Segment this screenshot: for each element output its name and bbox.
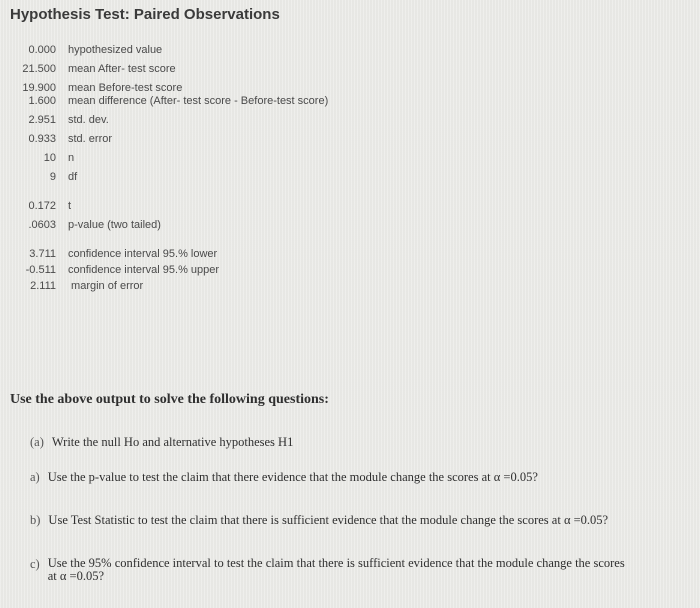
stat-label: df <box>68 171 78 183</box>
question-b-test-statistic: b) Use Test Statistic to test the claim t… <box>30 513 608 528</box>
instructions-heading: Use the above output to solve the follow… <box>10 392 329 407</box>
question-label: (a) <box>30 435 44 449</box>
stat-row-hypothesized: 0.000 hypothesized value <box>0 44 338 57</box>
stat-label: t <box>68 200 72 212</box>
stat-value: 3.711 <box>29 248 56 260</box>
stat-label: hypothesized value <box>68 44 163 56</box>
stat-value: 2.951 <box>28 114 56 126</box>
question-text: Use the p-value to test the claim that t… <box>47 470 538 484</box>
stat-row-ci-upper: -0.511 confidence interval 95.% upper <box>0 264 338 277</box>
stat-row-std-dev: 2.951 std. dev. <box>0 114 338 127</box>
stat-row-mean-difference: 1.600 mean difference (After- test score… <box>0 95 338 108</box>
stat-value: 9 <box>49 171 56 183</box>
stat-label: mean difference (After- test score - Bef… <box>68 95 329 107</box>
stat-value: 2.111 <box>30 280 56 292</box>
question-a-hypotheses: (a) Write the null Ho and alternative hyp… <box>30 435 293 450</box>
stat-label: confidence interval 95.% lower <box>68 248 218 260</box>
stat-row-p-value: .0603 p-value (two tailed) <box>0 219 338 232</box>
stat-value: 21.500 <box>22 63 56 75</box>
question-text: Use Test Statistic to test the claim tha… <box>48 513 609 527</box>
stat-value: .0603 <box>28 219 56 231</box>
question-a-p-value: a) Use the p-value to test the claim that… <box>30 470 538 485</box>
stat-row-n: 10 n <box>0 152 338 165</box>
stat-value: 19.900 <box>22 82 56 94</box>
stat-value: 10 <box>43 152 56 164</box>
stat-label: mean Before-test score <box>68 82 183 94</box>
stat-label: mean After- test score <box>68 63 176 75</box>
question-text: Write the null Ho and alternative hypoth… <box>51 435 294 449</box>
stat-value: 1.600 <box>28 95 56 107</box>
stat-value: 0.172 <box>28 200 56 212</box>
stat-value: 0.933 <box>28 133 56 145</box>
stat-value: 0.000 <box>28 44 56 56</box>
stat-label: std. dev. <box>68 114 109 126</box>
question-c-confidence-interval: c) Use the 95% confidence interval to tes… <box>30 557 650 583</box>
stat-label: n <box>68 152 75 164</box>
stat-row-mean-after: 21.500 mean After- test score <box>0 63 338 76</box>
question-label: b) <box>30 513 41 527</box>
stat-label: p-value (two tailed) <box>68 219 161 231</box>
stat-row-margin-of-error: 2.111 margin of error <box>0 280 338 293</box>
stat-label: confidence interval 95.% upper <box>68 264 220 276</box>
stat-row-std-error: 0.933 std. error <box>0 133 338 146</box>
stat-row-t: 0.172 t <box>0 200 338 213</box>
page-title: Hypothesis Test: Paired Observations <box>10 6 280 23</box>
stat-label: std. error <box>68 133 113 145</box>
stat-label: margin of error <box>68 280 144 292</box>
stat-row-ci-lower: 3.711 confidence interval 95.% lower <box>0 248 338 261</box>
stats-output: 0.000 hypothesized value 21.500 mean Aft… <box>0 44 338 299</box>
question-text: Use the 95% confidence interval to test … <box>47 556 625 583</box>
stat-value: -0.511 <box>25 264 56 276</box>
question-label: c) <box>30 557 40 571</box>
stat-row-mean-before: 19.900 mean Before-test score <box>0 82 338 95</box>
stat-row-df: 9 df <box>0 171 338 184</box>
question-label: a) <box>30 470 40 484</box>
